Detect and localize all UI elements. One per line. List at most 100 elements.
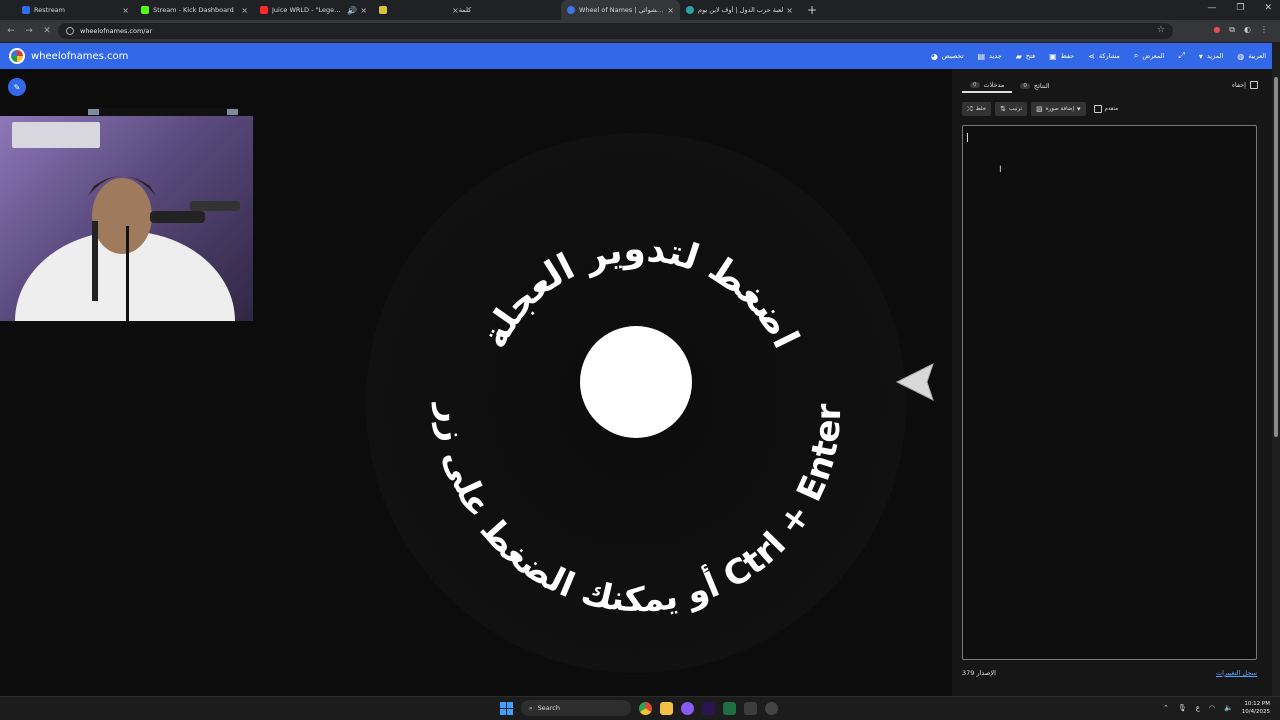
speaker-icon[interactable]: 🔊 [347,6,357,15]
taskbar-apps: ⌕ Search [500,700,778,716]
menu-new[interactable]: ▤ جديد [977,52,1001,61]
language-indicator[interactable]: ع [1196,704,1200,712]
extension-icons: ● ⧉ ◐ ⋮ [1213,25,1268,35]
browser-tab[interactable] [373,0,443,20]
editor-icon[interactable] [744,701,757,715]
close-tab-icon[interactable]: × [452,6,459,15]
wifi-icon[interactable]: ◠ [1209,704,1215,712]
search-icon: ⌕ [1133,51,1139,60]
browser-menu-icon[interactable]: ⋮ [1260,25,1268,35]
close-window-icon[interactable]: ✕ [1264,3,1272,13]
tab-entries[interactable]: 0 مدخلات [962,78,1013,93]
menu-save[interactable]: ▣ حفظ [1049,52,1074,61]
taskbar-clock[interactable]: 10:12 PM 10/4/2025 [1242,700,1270,716]
tab-title: Wheel of Names | دولاب الاسم العشوائي [579,6,664,14]
minimize-icon[interactable]: — [1207,3,1216,13]
clock-date: 10/4/2025 [1241,709,1270,715]
obs-icon[interactable] [765,701,778,715]
edit-pencil-icon[interactable]: ✎ [8,78,26,96]
file-explorer-icon[interactable] [660,701,673,715]
browser-tab[interactable]: لعبة حرب الدول | أوف لاين يوم × [680,0,799,20]
browser-tab[interactable]: Juice WRLD - "Legends" (O 🔊 × [254,0,373,20]
close-tab-icon[interactable]: × [360,6,367,15]
changelog-link[interactable]: سجل التغييرات [1216,669,1257,677]
microphone-icon[interactable]: 🎙 [1178,704,1187,712]
version-label: الإصدار 379 [962,669,996,677]
menu-label: جديد [989,52,1002,60]
menu-label: تخصيص [941,52,964,60]
sort-button[interactable]: ⇅ ترتيب [995,102,1028,116]
tab-label: مدخلات [983,80,1005,89]
extension-icon[interactable]: ● [1213,25,1220,35]
close-tab-icon[interactable]: × [122,6,129,15]
menu-gallery[interactable]: ⌕ المعرض [1134,51,1165,61]
bar-marker [88,109,99,115]
browser-tab[interactable]: Restream × [16,0,135,20]
hide-checkbox[interactable] [1250,81,1258,89]
profile-icon[interactable]: ◐ [1244,25,1251,35]
taskbar-search[interactable]: ⌕ Search [521,700,631,716]
wheel-center-hub[interactable] [580,326,692,438]
results-count-badge: 0 [1020,82,1030,89]
close-tab-icon[interactable]: × [241,6,248,15]
shuffle-button[interactable]: ⤮ خلط [962,102,992,116]
advanced-checkbox[interactable] [1093,105,1102,113]
add-image-button[interactable]: ▨ إضافة صورة ▾ [1031,102,1086,116]
add-image-label: إضافة صورة [1045,106,1074,112]
extensions-puzzle-icon[interactable]: ⧉ [1229,25,1235,35]
hide-panel-toggle[interactable]: إخفاء [1232,81,1258,89]
restream-favicon-icon [22,6,30,14]
tab-results[interactable]: 0 النتائج [1012,78,1057,93]
menu-language[interactable]: ◍ العربية [1237,52,1266,61]
volume-icon[interactable]: 🔈 [1224,704,1233,712]
wheel-logo-icon[interactable] [9,48,25,64]
stop-loading-icon[interactable]: ✕ [38,26,56,36]
excel-icon[interactable] [723,701,736,715]
back-icon[interactable]: ← [2,26,20,36]
menu-share[interactable]: ⋖ مشاركة [1088,52,1120,61]
premiere-icon[interactable] [702,701,715,715]
tray-chevron-up-icon[interactable]: ⌃ [1163,704,1169,712]
menu-customize[interactable]: ◕ تخصيص [931,52,964,61]
sort-label: ترتيب [1008,106,1023,112]
start-windows-icon[interactable] [500,701,513,715]
forward-icon[interactable]: → [20,26,38,36]
entries-textarea[interactable]: I [962,125,1257,660]
menu-more[interactable]: ▾ المزيد [1199,52,1223,61]
advanced-toggle[interactable]: متقدم [1093,105,1118,113]
browser-tab[interactable]: Stream - Kick Dashboard × [135,0,254,20]
brand-title[interactable]: wheelofnames.com [31,51,128,62]
chevron-down-icon: ▾ [1076,105,1081,113]
new-file-icon: ▤ [977,51,986,61]
page-scrollbar[interactable] [1272,69,1280,696]
close-tab-icon[interactable]: × [786,6,793,15]
site-info-icon[interactable] [66,27,74,35]
text-cursor-icon: I [999,165,1002,175]
messenger-icon[interactable] [681,701,694,715]
kick-favicon-icon [141,6,149,14]
new-tab-button[interactable]: + [807,3,817,17]
webcam-top-bar [88,108,238,116]
tab-title: لعبة حرب الدول | أوف لاين يوم [698,6,784,14]
search-icon: ⌕ [529,703,533,712]
browser-tab[interactable]: كلمة × [443,0,561,20]
menu-open[interactable]: ▰ فتح [1016,52,1035,61]
menu-fullscreen[interactable]: ⤢ [1178,51,1184,61]
address-bar[interactable]: wheelofnames.com/ar ☆ [58,23,1173,39]
close-tab-icon[interactable]: × [667,6,674,15]
youtube-favicon-icon [260,6,268,14]
folder-icon: ▰ [1015,51,1022,61]
maximize-icon[interactable]: ❐ [1236,3,1244,13]
browser-toolbar: ← → ✕ wheelofnames.com/ar ☆ [0,20,1280,42]
spin-wheel[interactable]: اضغط لتدوير العجلة أو يمكنك الضغط على زر… [340,111,940,711]
fullscreen-icon: ⤢ [1178,51,1185,60]
wheel-stage: ✎ اضغط لتدوير العجلة أو يمكنك الضغط على … [0,69,952,696]
browser-tab-active[interactable]: Wheel of Names | دولاب الاسم العشوائي × [561,0,680,20]
menu-label: فتح [1025,52,1036,60]
share-icon: ⋖ [1088,51,1095,61]
scrollbar-thumb[interactable] [1274,77,1278,437]
menu-label: المزيد [1206,52,1224,60]
chrome-icon[interactable] [639,701,652,715]
bookmark-star-icon[interactable]: ☆ [1157,25,1165,35]
entries-panel: 0 مدخلات 0 النتائج إخفاء ⤮ خلط ⇅ ترتيب ▨ إض… [952,69,1272,696]
